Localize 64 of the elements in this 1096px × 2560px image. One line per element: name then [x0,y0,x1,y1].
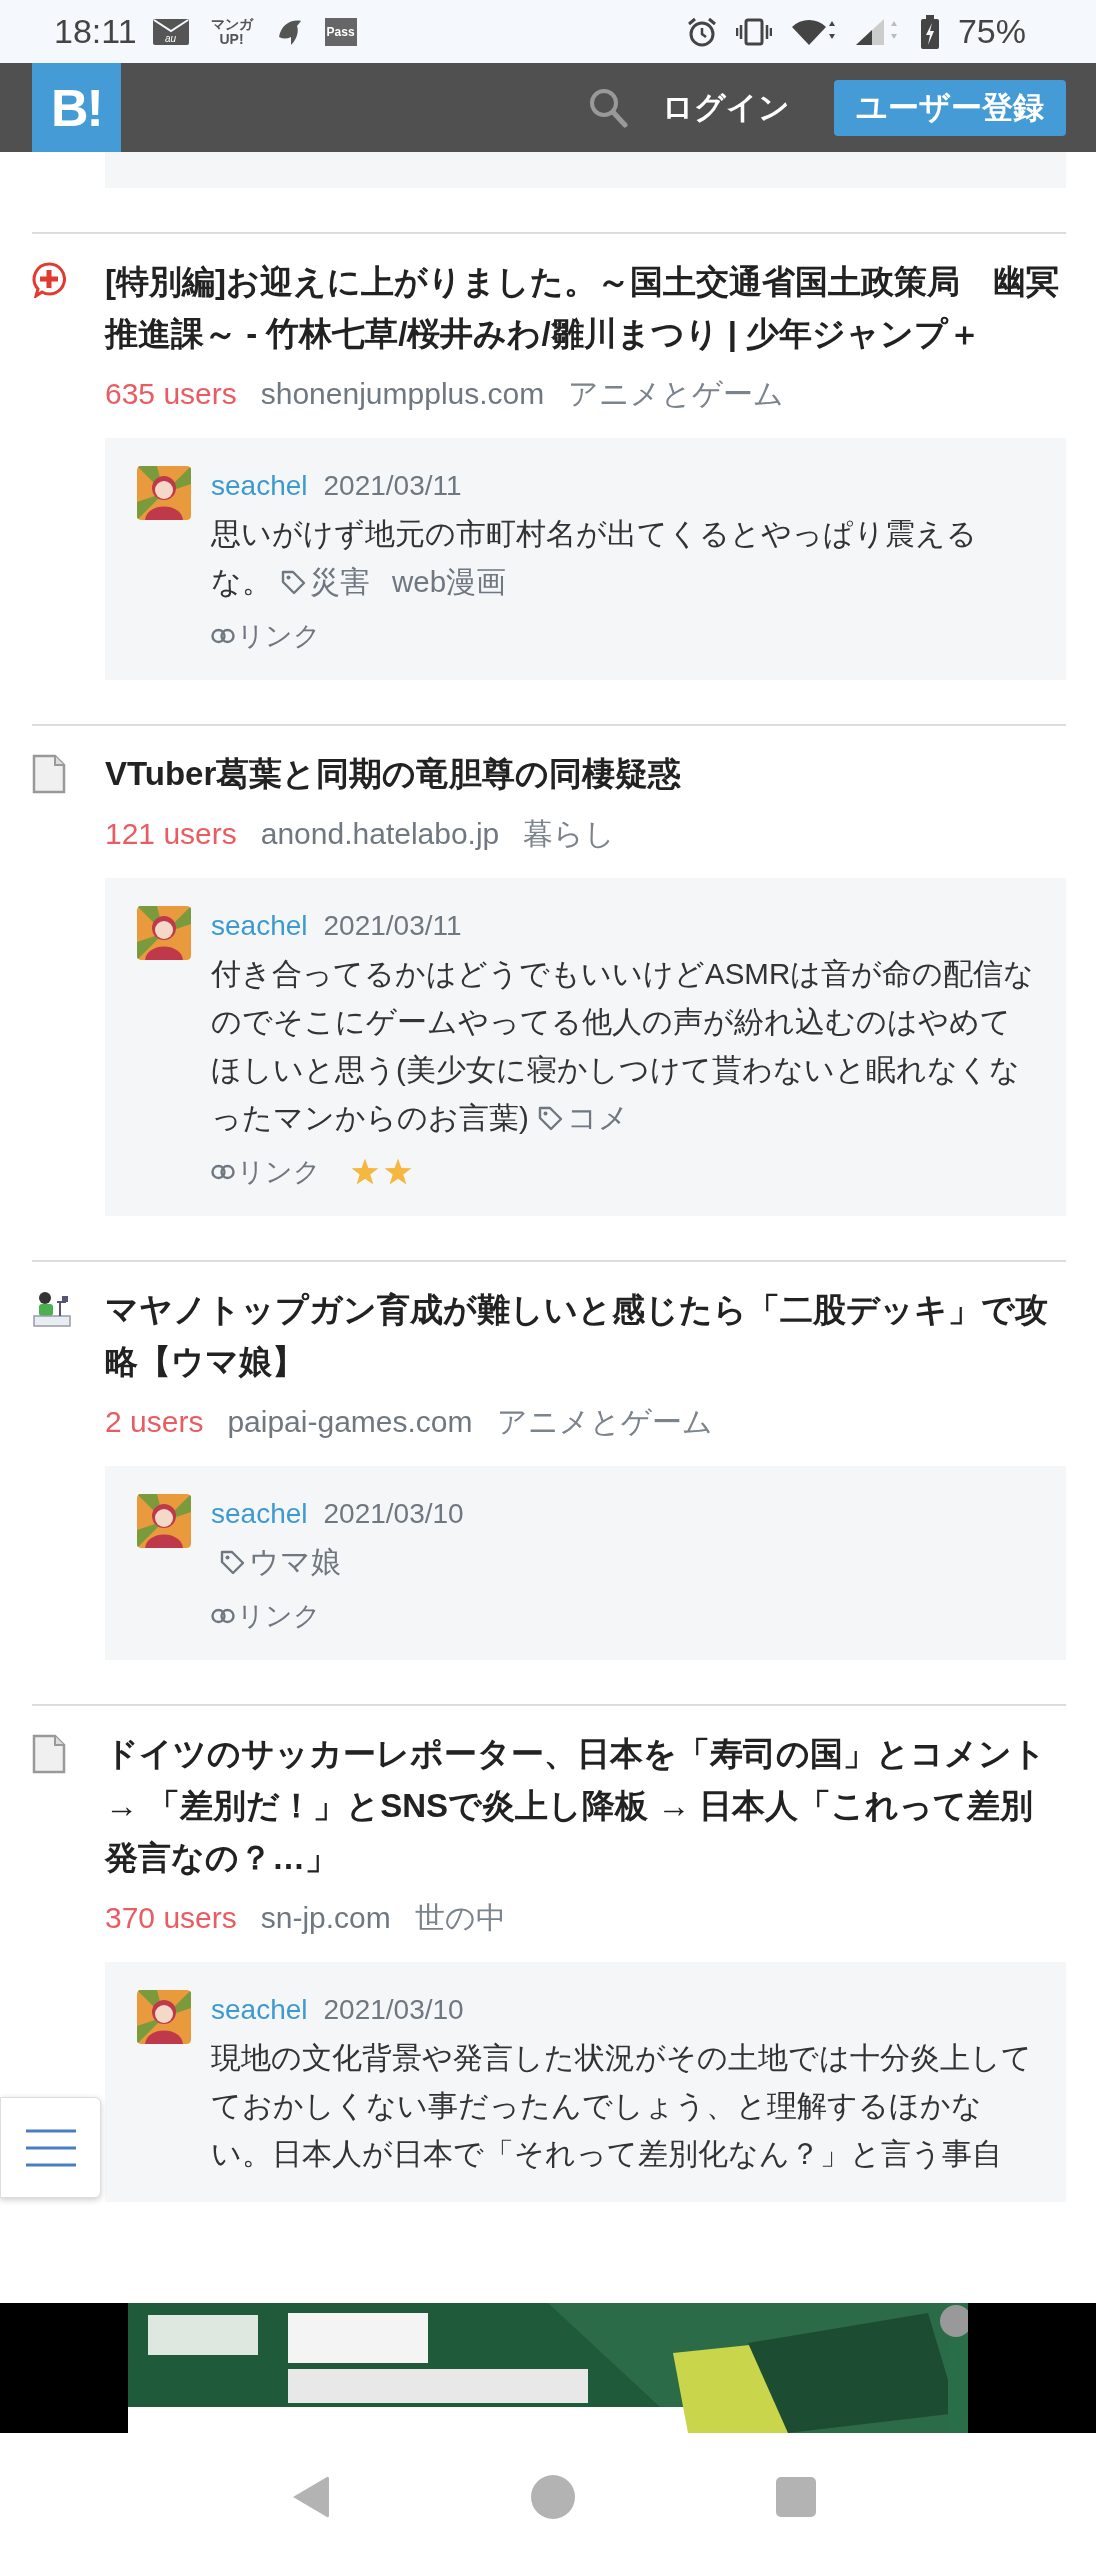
bookmark-count-link[interactable]: 370 users [105,1898,237,1938]
link-button[interactable]: リンク [211,1598,321,1634]
recents-icon[interactable] [774,2475,817,2518]
category-link[interactable]: 暮らし [523,814,616,854]
app-icon: Pass [324,17,357,46]
status-time: 18:11 [54,12,137,51]
battery-percentage: 75% [957,12,1026,51]
tag-link[interactable]: 災害 [310,565,370,598]
comment-text: 思いがけず地元の市町村名が出てくるとやっぱり震えるな。 災害 web漫画 [211,516,978,600]
vibrate-icon [735,16,772,47]
user-avatar [137,906,191,960]
domain-link[interactable]: anond.hatelabo.jp [260,814,500,854]
category-link[interactable]: アニメとゲーム [496,1402,713,1442]
domain-link[interactable]: shonenjumpplus.com [260,374,545,414]
battery-charging-icon [919,14,940,49]
search-icon[interactable] [588,86,628,129]
app-icon: マンガ UP! [210,16,253,47]
category-link[interactable]: 世の中 [414,1898,506,1938]
link-icon [211,1164,235,1180]
username-link[interactable]: seachel [211,466,308,506]
mail-icon: au [152,18,189,45]
tag-link[interactable]: ウマ娘 [249,1545,341,1578]
comment-text: 現地の文化背景や発言した状況がその土地では十分炎上してておかしくない事だったんでしょう、と理解するほかない。日本人が日本で「それって差別化なん？」と言う事自 [211,2040,1033,2172]
entry-title-link[interactable]: マヤノトップガン育成が難しいと感じたら「二股デッキ」で攻略【ウマ娘】 [105,1284,1066,1388]
tag-link[interactable]: コメ [566,1101,629,1134]
username-link[interactable]: seachel [211,1494,308,1534]
user-avatar [137,1990,191,2044]
bookmark-count-link[interactable]: 635 users [105,374,237,414]
home-icon[interactable] [530,2473,576,2520]
domain-link[interactable]: sn-jp.com [260,1898,391,1938]
tag-icon [219,1549,245,1575]
user-avatar [137,466,191,520]
page-icon [32,1734,66,1774]
link-icon [211,628,235,644]
alarm-icon [685,15,718,48]
tag-icon [280,569,306,595]
comment-text: 付き合ってるかはどうでもいいけどASMRは音が命の配信なのでそこにゲームやってる他人の声が紛れ込むのはやめてほしいと思う(美少女に寝かしつけて貰わないと眠れなくなったマンからのお言葉) コメ [211,956,1036,1136]
entry-title-link[interactable]: ドイツのサッカーレポーター、日本を「寿司の国」とコメント → 「差別だ！」とSNSで炎上し降板 → 日本人「これって差別発言なの？…」 [105,1728,1066,1884]
comment-date: 2021/03/10 [323,1993,464,2027]
username-link[interactable]: seachel [211,906,308,946]
plus-bubble-icon [32,262,66,298]
link-button[interactable]: リンク [211,618,321,654]
tag-link[interactable]: web漫画 [392,565,507,598]
entry-title-link[interactable]: [特別編]お迎えに上がりました。～国土交通省国土政策局 幽冥推進課～ - 竹林七草/桜井みわ/雛川まつり | 少年ジャンプ＋ [105,256,1066,360]
user-avatar [137,1494,191,1548]
tag-icon [536,1105,563,1131]
domain-link[interactable]: paipai-games.com [227,1402,473,1442]
bookmark-count-link[interactable]: 121 users [105,814,237,854]
link-button[interactable]: リンク [211,1154,321,1190]
category-link[interactable]: アニメとゲーム [568,374,785,414]
entry-title-link[interactable]: VTuber葛葉と同期の竜胆尊の同棲疑惑 [105,748,1066,800]
comment-date: 2021/03/11 [323,469,462,503]
menu-icon [23,2127,78,2168]
comment-date: 2021/03/11 [323,909,462,943]
comment-date: 2021/03/10 [323,1497,464,1531]
figure-at-desk-icon [32,1290,72,1330]
page-icon [32,754,66,794]
link-icon [211,1608,235,1624]
login-link[interactable]: ログイン [662,86,790,129]
username-link[interactable]: seachel [211,1990,308,2030]
register-button[interactable]: ユーザー登録 [834,79,1066,136]
menu-button[interactable] [0,2097,101,2198]
bookmark-count-link[interactable]: 2 users [105,1402,204,1442]
site-logo[interactable]: B! [32,63,121,152]
